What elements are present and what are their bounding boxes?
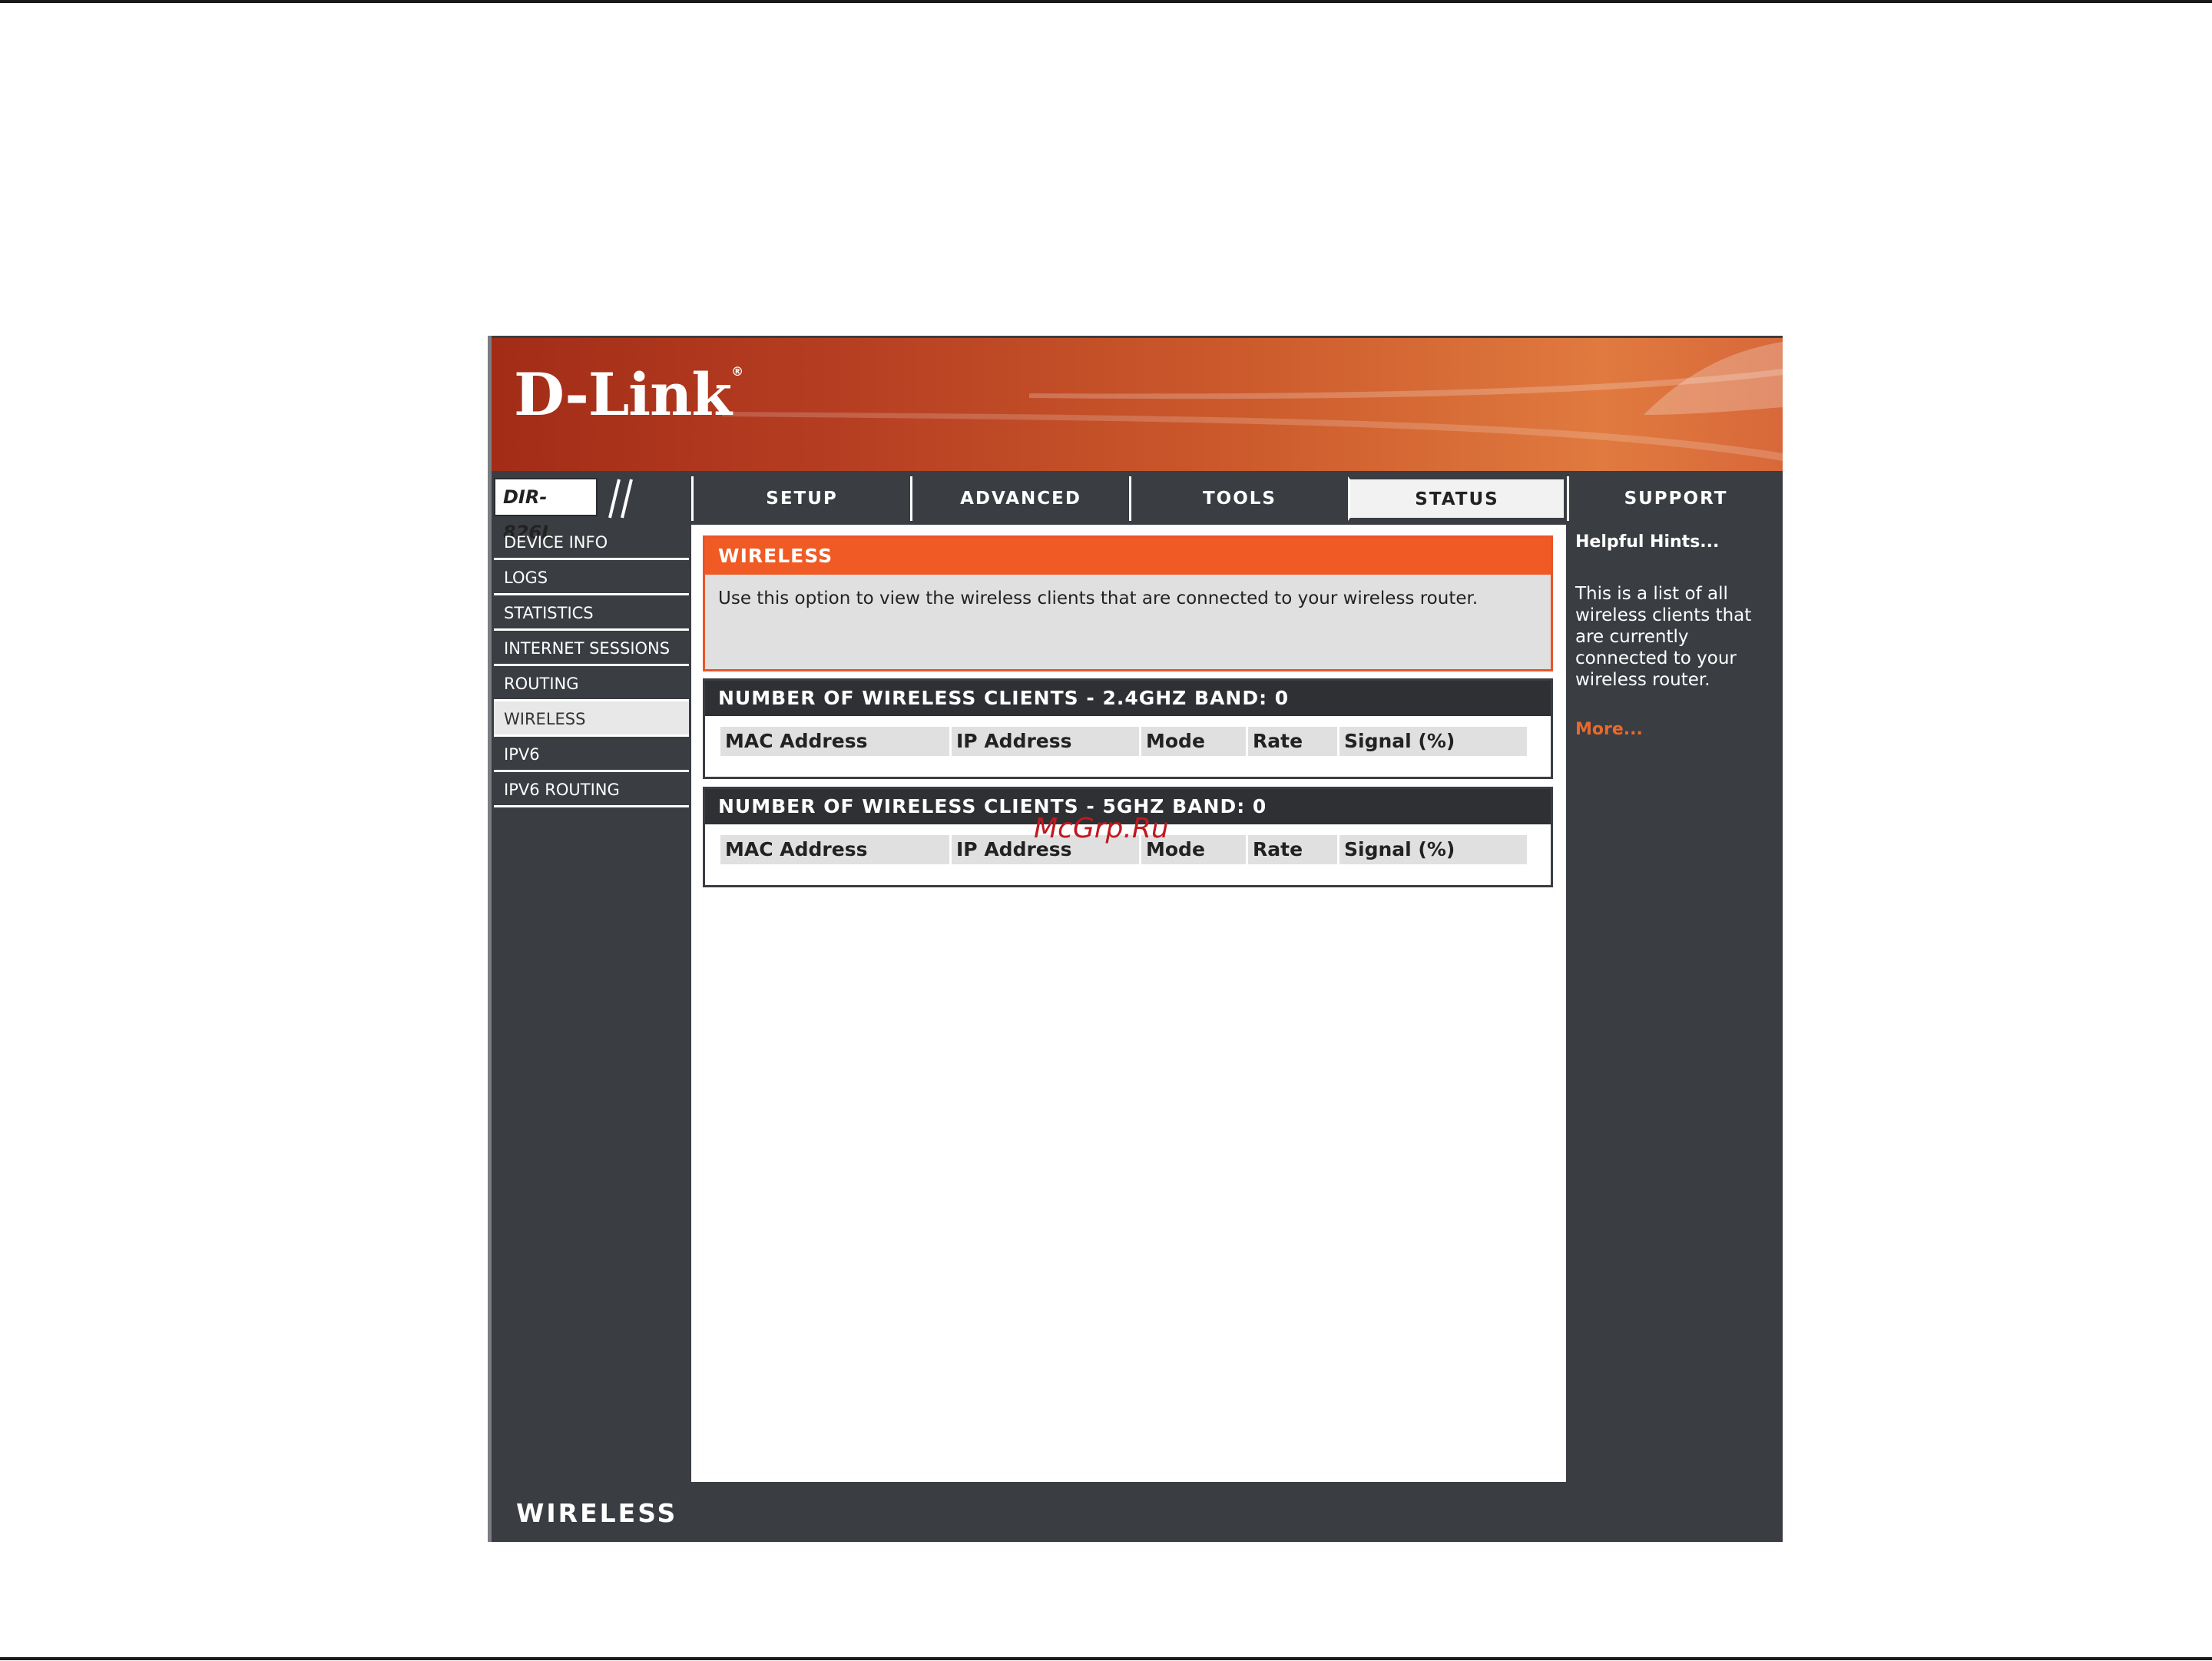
watermark: McGrp.Ru [1034,813,1169,844]
model-label: DIR-826L [494,478,598,543]
column-mac-address: MAC Address [720,835,949,864]
hints-title: Helpful Hints... [1575,532,1720,552]
column-ip-address: IP Address [952,727,1139,756]
column-signal: Signal (%) [1339,727,1527,756]
logo-text: D-Link [514,360,732,429]
column-rate: Rate [1248,727,1337,756]
tab-status[interactable]: STATUS [1348,476,1567,521]
clients-24ghz-title: NUMBER OF WIRELESS CLIENTS - 2.4GHZ BAND… [705,681,1551,716]
bottom-rule [0,1657,2212,1660]
wireless-intro-panel: WIRELESS Use this option to view the wir… [703,535,1553,671]
registered-mark: ® [731,364,743,379]
sidebar-menu: DEVICE INFO LOGS STATISTICS INTERNET SES… [492,525,691,807]
sidebar-item-internet-sessions[interactable]: INTERNET SESSIONS [494,631,689,666]
sidebar-item-statistics[interactable]: STATISTICS [494,595,689,631]
header-banner: D-Link® [492,338,1783,471]
column-mac-address: MAC Address [720,727,949,756]
dlink-logo: D-Link® [514,366,743,424]
tab-advanced[interactable]: ADVANCED [910,476,1129,521]
wireless-footer-logo: WIRELESS [516,1498,678,1528]
tab-tools[interactable]: TOOLS [1129,476,1348,521]
top-navigation: DIR-826L SETUP ADVANCED TOOLS STATUS SUP… [492,475,1783,543]
column-mode: Mode [1141,727,1246,756]
main-content: WIRELESS Use this option to view the wir… [691,525,1566,1482]
column-signal: Signal (%) [1339,835,1527,864]
tab-setup[interactable]: SETUP [691,476,910,521]
clients-24ghz-table-header: MAC Address IP Address Mode Rate Signal … [705,716,1551,761]
sidebar-item-ipv6[interactable]: IPV6 [494,737,689,772]
sidebar-item-logs[interactable]: LOGS [494,560,689,595]
tab-support[interactable]: SUPPORT [1567,476,1783,521]
top-rule [0,0,2212,3]
sidebar-item-device-info[interactable]: DEVICE INFO [494,525,689,560]
hints-more-link[interactable]: More... [1575,720,1643,739]
column-rate: Rate [1248,835,1337,864]
intro-title: WIRELESS [705,538,1551,575]
hints-text: This is a list of all wireless clients t… [1575,584,1752,690]
intro-description: Use this option to view the wireless cli… [718,588,1479,608]
clients-24ghz-panel: NUMBER OF WIRELESS CLIENTS - 2.4GHZ BAND… [703,678,1553,779]
sidebar-item-routing[interactable]: ROUTING [494,666,689,701]
sidebar-item-ipv6-routing[interactable]: IPV6 ROUTING [494,772,689,807]
sidebar-item-wireless[interactable]: WIRELESS [494,701,689,737]
slash-divider-icon [608,479,633,519]
